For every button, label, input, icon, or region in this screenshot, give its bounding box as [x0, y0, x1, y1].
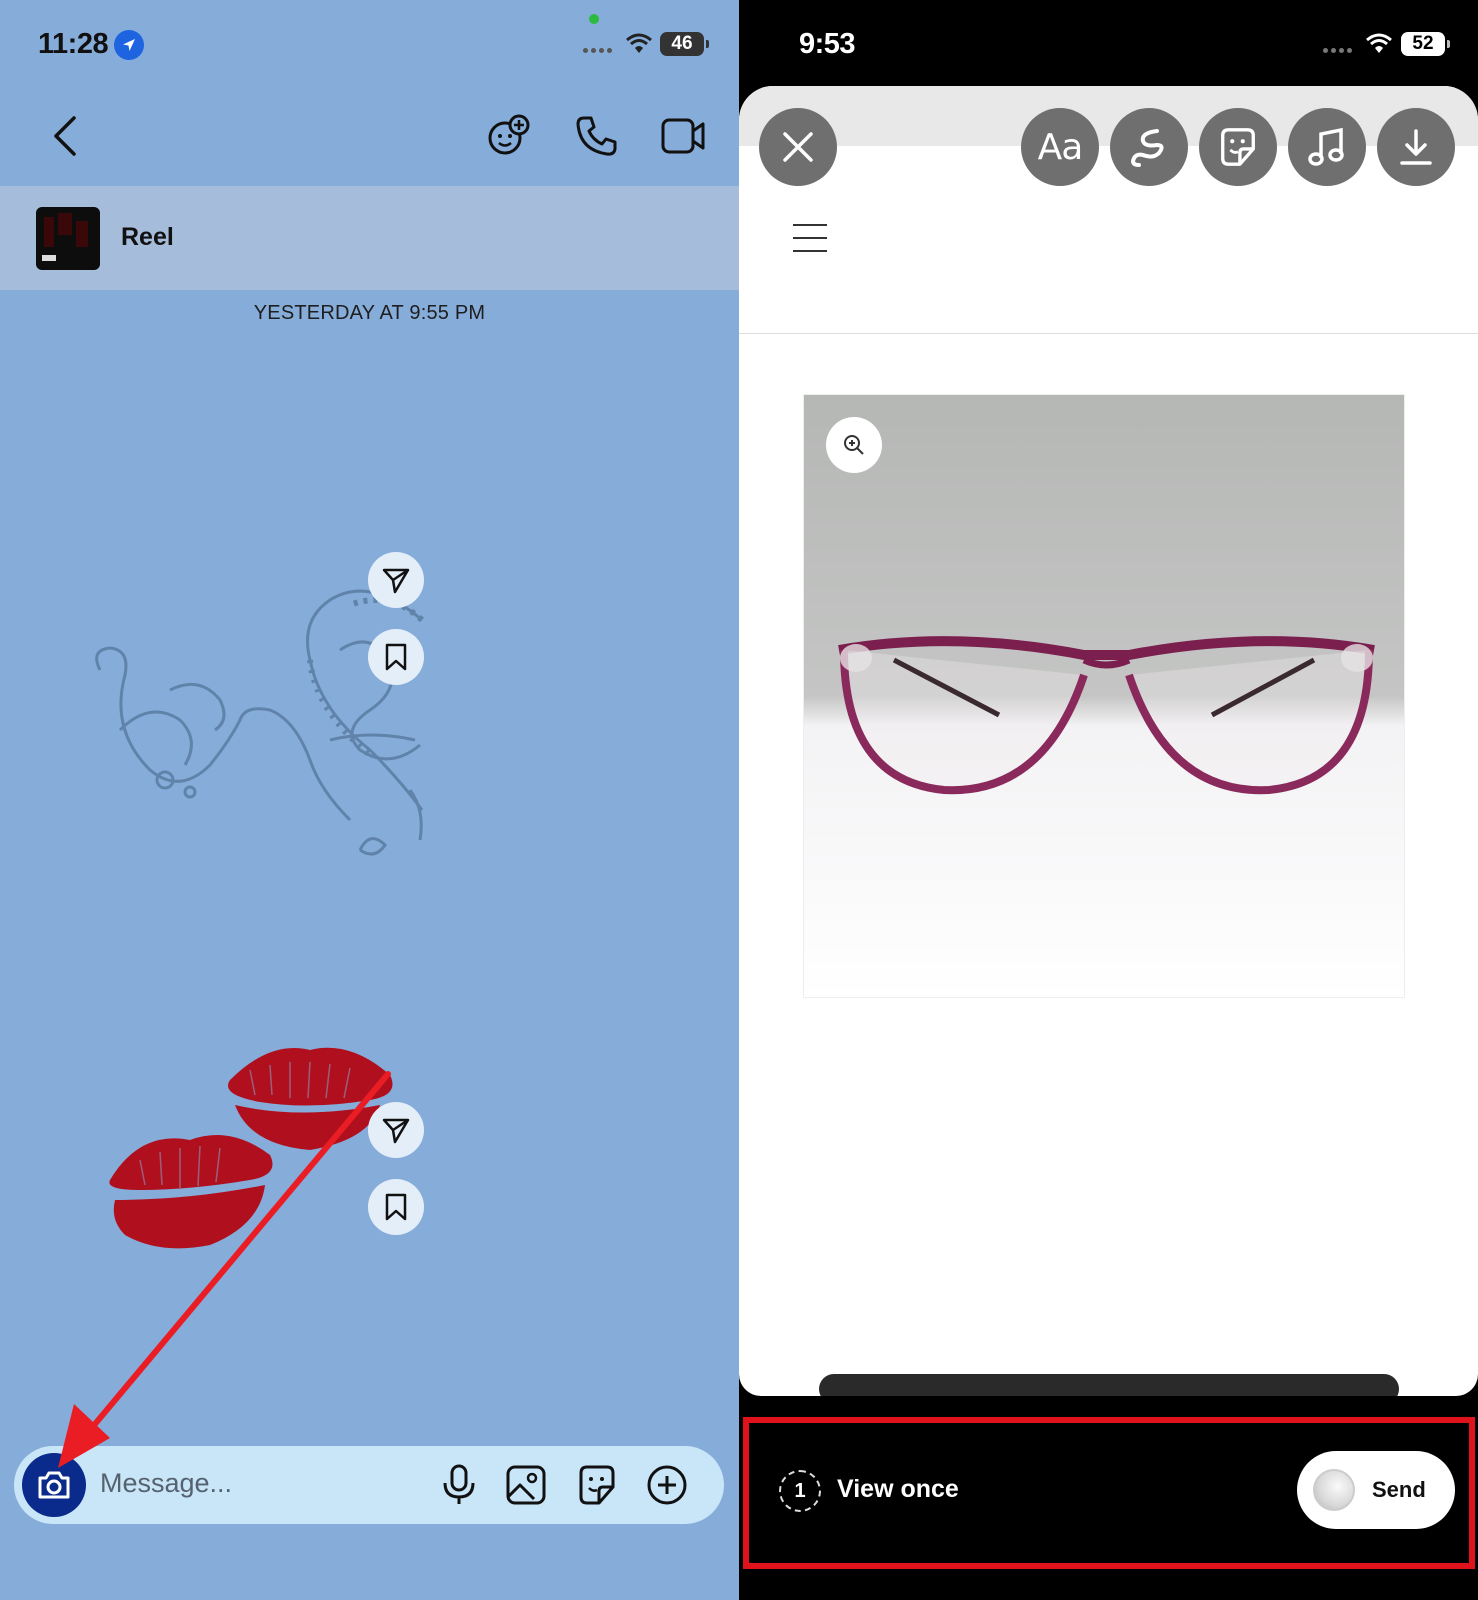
eyeglasses-image [838, 636, 1375, 795]
story-canvas[interactable] [739, 86, 1478, 1396]
status-bar: 11:28 46 [0, 14, 739, 66]
message-composer: Message... [14, 1446, 724, 1524]
canvas-header [739, 86, 1478, 146]
heart-monogram-image[interactable] [70, 580, 430, 880]
status-time: 11:28 [38, 28, 109, 60]
music-tool-button[interactable] [1288, 108, 1366, 186]
view-once-label[interactable]: View once [837, 1475, 959, 1504]
recipient-avatar [1313, 1469, 1355, 1511]
send-paper-plane-icon [382, 1118, 410, 1144]
sticker-icon [1221, 128, 1255, 166]
camera-button[interactable] [22, 1453, 86, 1517]
story-editor-screen: 9:53 52 Aa 1 View once Send [739, 0, 1478, 1600]
close-icon [783, 132, 813, 162]
send-paper-plane-icon [382, 568, 410, 594]
divider [739, 333, 1478, 334]
phone-icon[interactable] [574, 114, 618, 158]
share-image-button[interactable] [368, 1102, 424, 1158]
gallery-icon[interactable] [504, 1463, 548, 1507]
back-chevron-icon[interactable] [50, 114, 80, 158]
location-arrow-icon [114, 30, 144, 60]
video-call-icon[interactable] [660, 116, 706, 156]
sticker-icon[interactable] [575, 1463, 619, 1507]
signal-icon [1323, 48, 1352, 53]
hamburger-menu-icon [793, 224, 827, 263]
text-tool-button[interactable]: Aa [1021, 108, 1099, 186]
share-image-button[interactable] [368, 552, 424, 608]
lipstick-kiss-image[interactable] [100, 1040, 420, 1280]
wifi-icon [1366, 33, 1392, 53]
music-note-icon [1308, 127, 1344, 166]
canvas-bottom-edge [819, 1374, 1399, 1396]
download-button[interactable] [1377, 108, 1455, 186]
text-tool-label: Aa [1037, 126, 1084, 168]
save-image-button[interactable] [368, 629, 424, 685]
status-time: 9:53 [799, 28, 856, 60]
sticker-tool-button[interactable] [1199, 108, 1277, 186]
draw-tool-button[interactable] [1110, 108, 1188, 186]
reel-thumbnail [36, 207, 100, 270]
reel-share-header[interactable]: Reel [0, 186, 739, 290]
microphone-icon[interactable] [439, 1463, 479, 1507]
close-button[interactable] [759, 108, 837, 186]
share-options-bar: 1 View once Send [743, 1417, 1475, 1569]
bookmark-icon [385, 1193, 407, 1221]
wifi-icon [626, 33, 652, 53]
product-photo [803, 394, 1405, 998]
status-bar: 9:53 52 [739, 22, 1478, 66]
battery-indicator: 52 [1401, 32, 1450, 56]
signal-icon [583, 48, 612, 53]
message-timestamp: YESTERDAY AT 9:55 PM [253, 302, 486, 324]
download-icon [1400, 129, 1432, 165]
dm-thread-screen: 11:28 46 Reel YESTERDAY AT 9:55 PM Messa… [0, 0, 739, 1600]
send-button[interactable]: Send [1297, 1451, 1455, 1529]
reel-label: Reel [121, 223, 174, 251]
zoom-button [826, 417, 882, 473]
bookmark-icon [385, 643, 407, 671]
message-input[interactable]: Message... [100, 1468, 232, 1499]
camera-icon [38, 1471, 70, 1499]
squiggle-draw-icon [1130, 129, 1164, 167]
add-effects-icon[interactable] [485, 112, 533, 160]
add-plus-icon[interactable] [645, 1463, 689, 1507]
battery-indicator: 46 [660, 32, 709, 56]
zoom-in-icon [844, 435, 864, 455]
save-image-button[interactable] [368, 1179, 424, 1235]
send-label: Send [1372, 1477, 1426, 1502]
camera-indicator-dot [589, 14, 599, 24]
view-once-toggle[interactable]: 1 [779, 1470, 821, 1512]
